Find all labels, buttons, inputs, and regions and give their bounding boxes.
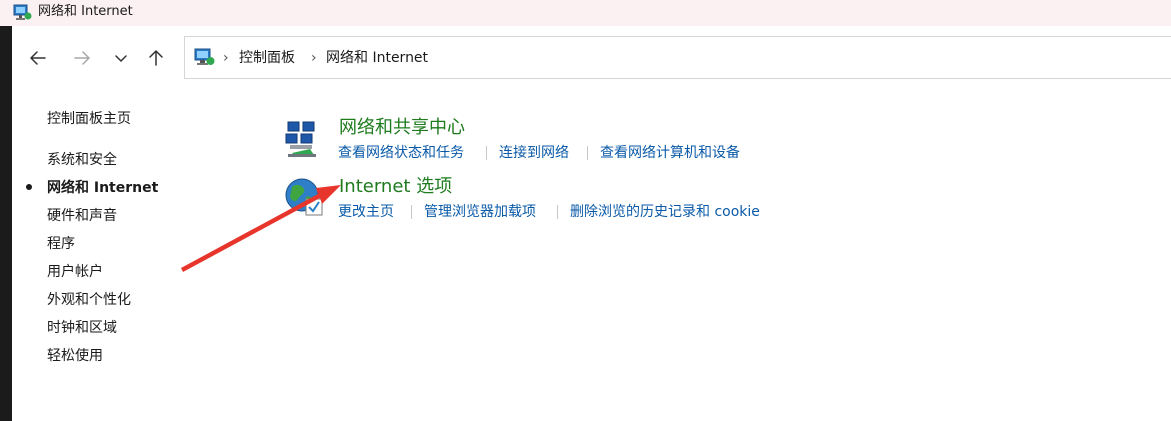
- arrow-left-icon: [30, 51, 46, 65]
- breadcrumb-separator: ›: [223, 50, 229, 66]
- chevron-down-icon: [115, 55, 127, 62]
- sidebar-control-panel-home[interactable]: 控制面板主页: [47, 110, 131, 128]
- address-bar[interactable]: › 控制面板 › 网络和 Internet: [184, 36, 1171, 79]
- internet-options-icon[interactable]: [284, 177, 324, 217]
- current-item-bullet: [26, 184, 32, 190]
- arrow-up-icon: [149, 50, 163, 66]
- link-divider: [486, 146, 487, 160]
- breadcrumb-separator: ›: [311, 50, 317, 66]
- network-sharing-center-icon[interactable]: [284, 119, 322, 159]
- delete-browsing-history-link[interactable]: 删除浏览的历史记录和 cookie: [570, 203, 760, 221]
- sidebar-item-ease-of-access[interactable]: 轻松使用: [47, 347, 103, 365]
- network-window-icon: [13, 4, 32, 20]
- control-panel-window: 网络和 Internet › 控制面板 › 网络和 Internet 控制面板主…: [0, 0, 1171, 421]
- link-divider: [587, 146, 588, 160]
- sidebar-item-system-security[interactable]: 系统和安全: [47, 151, 117, 169]
- network-sharing-center-title[interactable]: 网络和共享中心: [339, 117, 465, 139]
- sidebar-item-clock-region[interactable]: 时钟和区域: [47, 319, 117, 337]
- view-network-computers-link[interactable]: 查看网络计算机和设备: [600, 144, 740, 162]
- link-divider: [411, 205, 412, 219]
- forward-button[interactable]: [71, 44, 93, 72]
- manage-addons-link[interactable]: 管理浏览器加载项: [424, 203, 536, 221]
- arrow-right-icon: [74, 51, 90, 65]
- recent-locations-button[interactable]: [110, 44, 132, 72]
- link-divider: [557, 205, 558, 219]
- window-title: 网络和 Internet: [38, 4, 133, 19]
- sidebar-item-network-internet[interactable]: 网络和 Internet: [47, 179, 158, 197]
- change-homepage-link[interactable]: 更改主页: [338, 203, 394, 221]
- internet-options-title[interactable]: Internet 选项: [339, 176, 452, 198]
- sidebar-item-hardware-sound[interactable]: 硬件和声音: [47, 207, 117, 225]
- sidebar-item-user-accounts[interactable]: 用户帐户: [47, 263, 103, 281]
- sidebar-item-programs[interactable]: 程序: [47, 235, 75, 253]
- breadcrumb-network-internet[interactable]: 网络和 Internet: [326, 49, 428, 67]
- breadcrumb-control-panel[interactable]: 控制面板: [239, 49, 295, 67]
- left-edge-strip: [0, 0, 12, 421]
- control-panel-icon: [194, 48, 215, 65]
- up-button[interactable]: [145, 44, 167, 72]
- view-network-status-link[interactable]: 查看网络状态和任务: [338, 144, 464, 162]
- connect-to-network-link[interactable]: 连接到网络: [499, 144, 569, 162]
- sidebar-item-appearance[interactable]: 外观和个性化: [47, 291, 131, 309]
- back-button[interactable]: [27, 44, 49, 72]
- title-bar: 网络和 Internet: [0, 0, 1171, 26]
